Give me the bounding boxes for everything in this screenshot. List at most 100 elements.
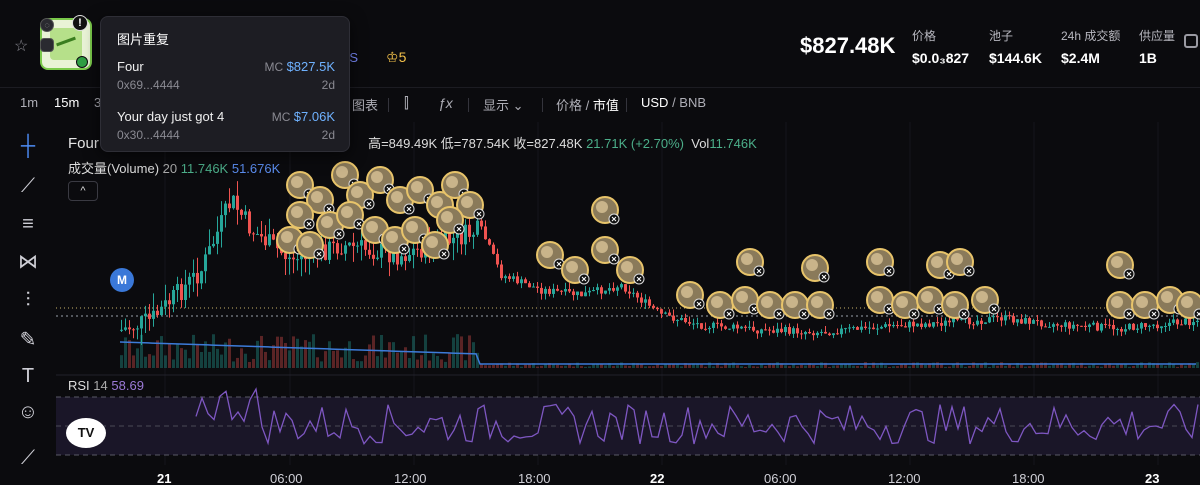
candle	[176, 284, 179, 290]
candle	[704, 328, 707, 330]
trade-avatar[interactable]	[286, 201, 315, 230]
candle	[912, 321, 915, 327]
candle	[1052, 324, 1055, 327]
trade-avatar[interactable]	[296, 231, 325, 260]
rsi-legend: RSI 14 58.69	[68, 378, 144, 393]
candle	[900, 325, 903, 327]
trade-avatar[interactable]	[946, 248, 975, 277]
candle	[600, 287, 603, 294]
trade-avatar[interactable]	[616, 256, 645, 285]
volume-bar	[432, 353, 435, 368]
trade-avatar[interactable]	[591, 236, 620, 265]
volume-bar	[704, 366, 707, 368]
candle	[692, 323, 695, 325]
trade-avatar[interactable]	[736, 248, 765, 277]
candle	[584, 292, 587, 297]
volume-bar	[812, 364, 815, 368]
volume-bar	[888, 366, 891, 368]
trade-avatar[interactable]	[1106, 291, 1135, 320]
candle	[636, 292, 639, 298]
candle	[872, 327, 875, 330]
tradingview-logo[interactable]: TV	[66, 418, 106, 448]
volume-bar	[456, 334, 459, 368]
trade-avatar[interactable]	[781, 291, 810, 320]
volume-bar	[504, 365, 507, 368]
volume-legend: 成交量(Volume) 20 11.746K 51.676K	[68, 161, 281, 176]
candle	[876, 328, 879, 330]
volume-bar	[968, 365, 971, 368]
candle	[1112, 325, 1115, 330]
trade-avatar[interactable]	[916, 286, 945, 315]
volume-bar	[1092, 364, 1095, 368]
volume-bar	[404, 347, 407, 368]
candle	[772, 330, 775, 333]
trade-avatar[interactable]	[706, 291, 735, 320]
candle	[152, 310, 155, 319]
volume-bar	[1176, 366, 1179, 368]
volume-bar	[1012, 366, 1015, 368]
candle	[716, 322, 719, 324]
candle	[808, 331, 811, 334]
candle	[836, 333, 839, 335]
candle	[1192, 322, 1195, 326]
volume-bar	[252, 358, 255, 368]
trade-avatar[interactable]	[756, 291, 785, 320]
candle	[1188, 318, 1191, 326]
m-marker[interactable]: M	[110, 268, 134, 292]
candle	[796, 328, 799, 334]
volume-bar	[944, 366, 947, 368]
candle	[336, 243, 339, 254]
volume-bar	[1008, 364, 1011, 368]
volume-bar	[324, 351, 327, 368]
trade-avatar[interactable]	[731, 286, 760, 315]
trade-avatar[interactable]	[891, 291, 920, 320]
trade-avatar[interactable]	[676, 281, 705, 310]
trade-avatar[interactable]	[536, 241, 565, 270]
volume-bar	[332, 350, 335, 368]
candle	[848, 327, 851, 329]
candle	[884, 324, 887, 327]
trade-avatar[interactable]	[561, 256, 590, 285]
volume-bar	[708, 362, 711, 368]
trade-avatar[interactable]	[971, 286, 1000, 315]
volume-bar	[368, 344, 371, 368]
trade-avatar[interactable]	[806, 291, 835, 320]
trade-avatar[interactable]	[866, 286, 895, 315]
volume-bar	[996, 365, 999, 368]
volume-bar	[844, 364, 847, 368]
volume-bar	[396, 352, 399, 368]
candle	[1068, 322, 1071, 329]
volume-bar	[1128, 366, 1131, 368]
trade-avatar[interactable]	[591, 196, 620, 225]
collapse-legend-button[interactable]: ^	[68, 181, 98, 201]
candle	[504, 276, 507, 279]
trade-avatar[interactable]	[436, 206, 465, 235]
trade-avatar[interactable]	[1106, 251, 1135, 280]
volume-bar	[1140, 362, 1143, 368]
trade-avatar[interactable]	[1131, 291, 1160, 320]
trade-avatar[interactable]	[421, 231, 450, 260]
volume-bar	[744, 366, 747, 368]
candle	[1144, 323, 1147, 327]
trade-avatar[interactable]	[336, 201, 365, 230]
volume-bar	[1104, 364, 1107, 368]
trade-avatar[interactable]	[366, 166, 395, 195]
candle	[616, 287, 619, 291]
volume-bar	[948, 366, 951, 368]
volume-bar	[624, 365, 627, 368]
volume-bar	[1148, 362, 1151, 368]
candle	[832, 333, 835, 336]
candle	[908, 321, 911, 328]
trade-avatar[interactable]	[801, 254, 830, 283]
trade-avatar[interactable]	[1176, 291, 1200, 320]
candle	[1180, 324, 1183, 326]
trade-avatar[interactable]	[866, 248, 895, 277]
candle	[604, 290, 607, 294]
volume-bar	[496, 364, 499, 368]
candle	[700, 323, 703, 329]
volume-bar	[1020, 364, 1023, 368]
volume-bar	[528, 364, 531, 368]
volume-bar	[340, 357, 343, 368]
trade-avatar[interactable]	[941, 291, 970, 320]
candle	[544, 288, 547, 294]
